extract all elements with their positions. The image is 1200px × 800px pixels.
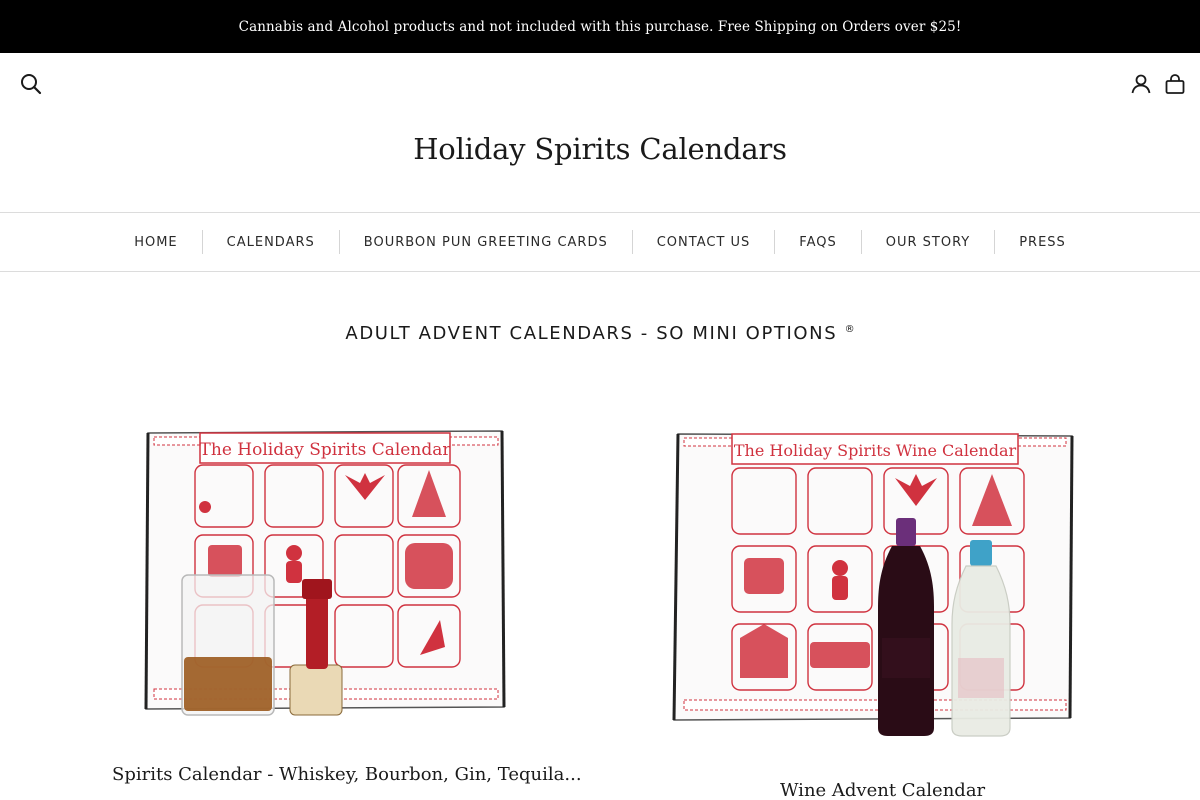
nav-item-home[interactable]: HOME — [110, 235, 201, 250]
nav-item-our-story[interactable]: OUR STORY — [862, 235, 994, 250]
product-image-spirits[interactable]: The Holiday Spirits Calendar — [140, 425, 510, 730]
nav-item-contact[interactable]: CONTACT US — [633, 235, 775, 250]
nav-item-press[interactable]: PRESS — [995, 235, 1090, 250]
cart-icon[interactable] — [1162, 71, 1188, 97]
announcement-text: Cannabis and Alcohol products and not in… — [238, 18, 962, 35]
account-icon[interactable] — [1128, 71, 1154, 97]
product-image-banner: The Holiday Spirits Wine Calendar — [734, 441, 1017, 460]
product-card-spirits[interactable]: The Holiday Spirits Calendar Spirits Cal… — [100, 400, 582, 800]
collection-heading: ADULT ADVENT CALENDARS - SO MINI OPTIONS… — [0, 323, 1200, 344]
product-title-wine[interactable]: Wine Advent Calendar — [780, 780, 985, 800]
site-title[interactable]: Holiday Spirits Calendars — [0, 132, 1200, 166]
nav-item-faqs[interactable]: FAQS — [775, 235, 860, 250]
product-card-wine[interactable]: The Holiday Spirits Wine Calendar Wine A… — [645, 400, 1105, 800]
nav-item-greeting-cards[interactable]: BOURBON PUN GREETING CARDS — [340, 235, 632, 250]
product-title-spirits[interactable]: Spirits Calendar - Whiskey, Bourbon, Gin… — [112, 764, 582, 785]
collection-heading-text: ADULT ADVENT CALENDARS - SO MINI OPTIONS — [345, 323, 838, 344]
search-icon[interactable] — [18, 71, 44, 97]
main-nav: HOME CALENDARS BOURBON PUN GREETING CARD… — [0, 212, 1200, 272]
product-image-banner: The Holiday Spirits Calendar — [200, 440, 452, 460]
product-image-wine[interactable]: The Holiday Spirits Wine Calendar — [670, 428, 1080, 738]
announcement-bar: Cannabis and Alcohol products and not in… — [0, 0, 1200, 53]
nav-item-calendars[interactable]: CALENDARS — [203, 235, 339, 250]
registered-mark: ® — [844, 324, 855, 335]
